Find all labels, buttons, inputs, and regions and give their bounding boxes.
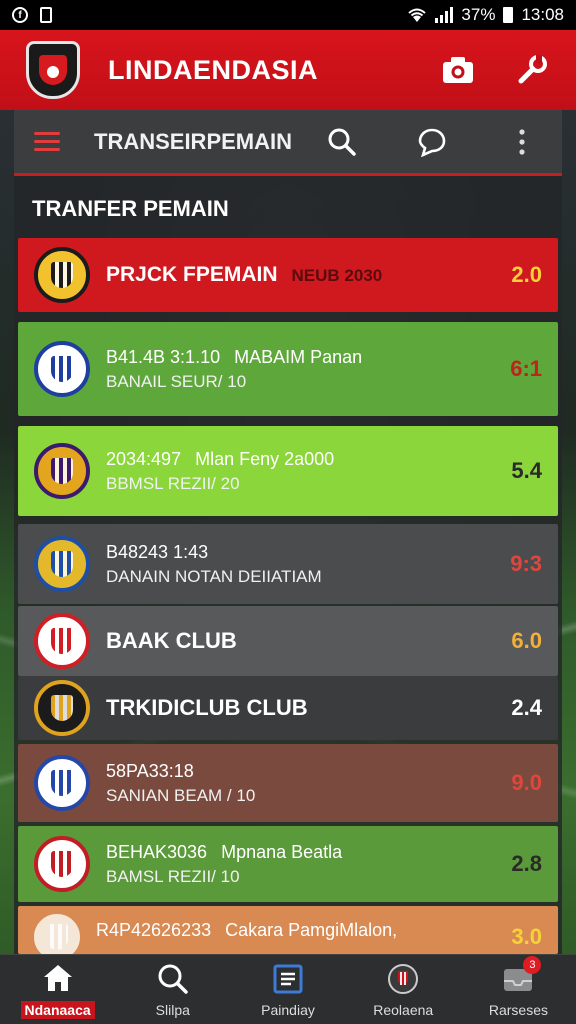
search-icon [156,962,190,996]
signal-icon [435,7,454,23]
camera-icon [443,57,473,83]
club-logo-icon [34,613,90,669]
search-icon [328,128,356,156]
transfer-headline: BEHAK3036 [106,841,208,862]
nav-label-news: Paindiay [261,1001,315,1018]
club-logo-icon [34,443,90,499]
list-title: TRANFER PEMAIN [32,196,229,221]
nav-item-search[interactable]: Slilpa [115,955,230,1024]
transfer-subtitle: BBMSL REZII/ 20 [106,473,240,493]
nav-label-search: Slilpa [155,1001,190,1018]
transfer-detail: Mlan Feny 2a000 [195,448,335,469]
wrench-icon [518,55,547,84]
more-options-button[interactable] [506,126,538,158]
transfer-list-item[interactable]: 58PA33:18 SANIAN BEAM / 10 9.0 [18,744,558,822]
transfer-detail: NEUB 2030 [291,266,383,285]
nav-item-home[interactable]: Ndanaaca [0,955,115,1024]
notification-icon: f [12,7,28,23]
transfer-headline: PRJCK FPEMAIN [106,263,278,286]
nav-item-clubs[interactable]: Reolaena [346,955,461,1024]
transfer-list-item[interactable]: R4P42626233 Cakara PamgiMlalon, 3.0 [18,906,558,954]
bottom-navigation: Ndanaaca Slilpa Paindiay Reolaena 3 Rars… [0,954,576,1024]
transfer-detail: Cakara PamgiMlalon, [225,920,398,940]
inbox-badge: 3 [523,955,542,974]
transfer-subtitle: BANAIL SEUR/ 10 [106,371,247,391]
nav-label-clubs: Reolaena [373,1001,434,1018]
toolbar-title: TRANSEIRPEMAIN [94,128,293,154]
transfer-subtitle: SANIAN BEAM / 10 [106,785,256,805]
nav-label-home: Ndanaaca [20,1000,95,1019]
news-icon [271,962,305,996]
menu-icon[interactable] [34,132,60,151]
nav-item-inbox[interactable]: 3 Rarseses [461,955,576,1024]
transfer-score: 9:3 [510,551,542,576]
transfer-score: 5.4 [511,458,542,483]
home-icon [41,961,75,995]
transfer-headline: B48243 1:43 [106,541,209,562]
app-logo [26,41,80,99]
search-button[interactable] [326,126,358,158]
transfer-subtitle: BAMSL REZII/ 10 [106,866,240,886]
club-name: TRKIDICLUB CLUB [106,695,308,720]
club-logo-icon [34,247,90,303]
app-title: LINDAENDASIA [108,54,319,85]
transfer-score: 3.0 [511,924,542,949]
transfer-list-item[interactable]: B48243 1:43 DANAIN NOTAN DEIIATIAM 9:3 [18,524,558,604]
more-vertical-icon [519,128,525,155]
club-logo-icon [34,914,80,954]
lock-icon [40,7,52,23]
nav-item-news[interactable]: Paindiay [230,955,345,1024]
battery-icon [503,7,514,23]
chat-icon [418,128,446,157]
app-header: LINDAENDASIA [0,30,576,110]
transfer-headline: B41.4B 3:1.10 [106,346,221,367]
transfer-score: 2.8 [511,851,542,876]
section-toolbar: TRANSEIRPEMAIN [14,110,562,176]
transfer-score: 6.0 [511,628,542,653]
club-logo-icon [34,755,90,811]
club-logo-icon [34,680,90,736]
transfer-score: 2.4 [511,695,542,720]
transfer-headline: R4P42626233 [96,920,212,940]
status-bar: f 37% 13:08 [0,0,576,30]
transfer-score: 9.0 [511,770,542,795]
camera-button[interactable] [440,52,476,88]
club-name: BAAK CLUB [106,628,237,653]
transfer-subtitle: DANAIN NOTAN DEIIATIAM [106,566,322,586]
club-logo-icon [34,836,90,892]
club-icon [386,962,420,996]
transfer-list-item[interactable]: BAAK CLUB 6.0 [18,606,558,676]
transfer-list-item[interactable]: B41.4B 3:1.10 MABAIM Panan BANAIL SEUR/ 10… [18,322,558,416]
transfer-detail: Mpnana Beatla [221,841,343,862]
transfer-headline: 2034:497 [106,448,182,469]
transfer-score: 6:1 [510,356,542,381]
club-logo-icon [34,341,90,397]
transfer-list-item[interactable]: BEHAK3036 Mpnana Beatla BAMSL REZII/ 10 2.8 [18,826,558,902]
club-logo-icon [34,536,90,592]
transfer-headline: 58PA33:18 [106,760,194,781]
inbox-icon: 3 [501,955,542,996]
nav-label-inbox: Rarseses [488,1001,548,1018]
battery-level: 37% [461,5,496,24]
transfer-list-panel: TRANFER PEMAIN PRJCK FPEMAIN NEUB 2030 2.0… [14,176,562,954]
chat-button[interactable] [416,126,448,158]
transfer-detail: MABAIM Panan [234,346,363,367]
transfer-list-item[interactable]: PRJCK FPEMAIN NEUB 2030 2.0 [18,238,558,312]
wifi-icon [408,8,427,22]
tools-button[interactable] [514,52,550,88]
transfer-list-item[interactable]: TRKIDICLUB CLUB 2.4 [18,676,558,740]
transfer-score: 2.0 [511,262,542,287]
transfer-list-item[interactable]: 2034:497 Mlan Feny 2a000 BBMSL REZII/ 20 5.… [18,426,558,516]
clock: 13:08 [521,5,564,24]
